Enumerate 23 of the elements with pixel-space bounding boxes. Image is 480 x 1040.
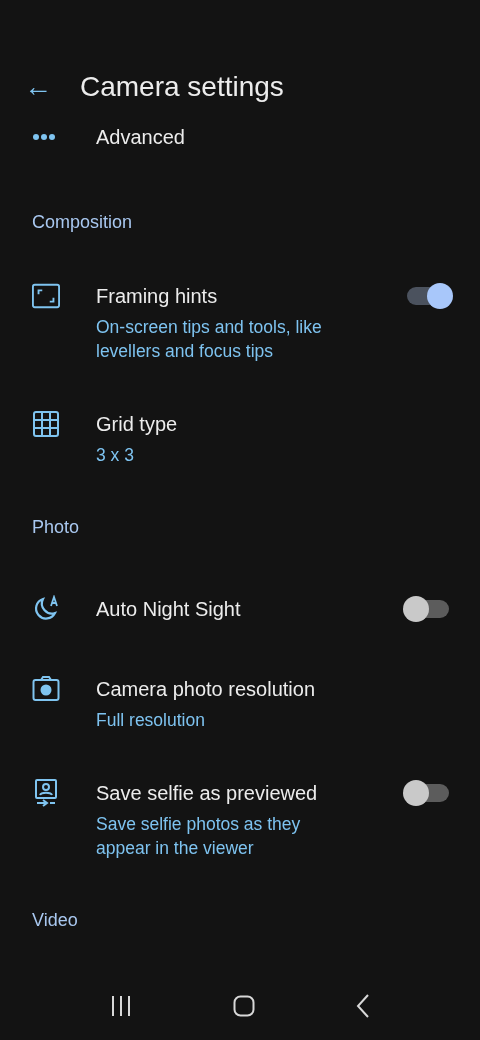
back-button[interactable]: ←: [24, 69, 80, 105]
setting-title[interactable]: Framing hints: [96, 284, 407, 308]
setting-summary: Full resolution: [96, 709, 206, 732]
page-title: Camera settings: [80, 71, 284, 103]
section-header: Composition: [31, 211, 134, 234]
setting-summary: On-screen tips and tools, like levellers and focus tips: [96, 316, 323, 363]
setting-summary: Save selfie photos as they appear in the viewer: [96, 813, 302, 860]
setting-title[interactable]: Auto Night Sight: [96, 597, 407, 621]
setting-title[interactable]: Grid type: [96, 412, 448, 436]
setting-summary: 3 x 3: [96, 444, 135, 467]
selfie-icon: [32, 779, 60, 807]
grid-icon: [32, 410, 60, 438]
more-icon: [32, 133, 56, 141]
camera-icon: [32, 675, 60, 703]
back-nav-icon[interactable]: [355, 994, 370, 1018]
frame-icon: [32, 282, 60, 310]
section-header: Photo: [31, 516, 81, 539]
section-header: Video: [31, 909, 79, 932]
home-icon[interactable]: [233, 995, 255, 1017]
setting-title[interactable]: Advanced: [96, 125, 448, 149]
setting-title[interactable]: Camera photo resolution: [96, 677, 448, 701]
setting-title[interactable]: Save selfie as previewed: [96, 781, 407, 805]
recent-apps-icon[interactable]: [110, 995, 133, 1017]
